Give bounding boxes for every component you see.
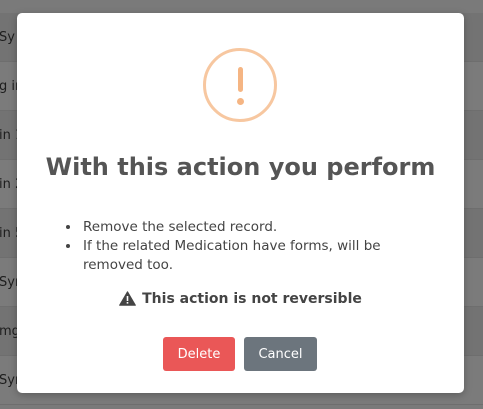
list-item: Remove the selected record. (81, 218, 441, 237)
notice-text: This action is not reversible (142, 291, 362, 307)
consequence-list: Remove the selected record. If the relat… (67, 218, 441, 275)
exclamation-circle-icon (203, 48, 277, 122)
confirm-delete-dialog: With this action you perform Remove the … (17, 13, 464, 393)
delete-button[interactable]: Delete (163, 337, 235, 371)
dialog-title: With this action you perform (45, 153, 436, 181)
warning-triangle-icon (119, 291, 137, 306)
irreversible-notice: This action is not reversible (17, 291, 464, 307)
list-item: If the related Medication have forms, wi… (81, 237, 441, 275)
cancel-button[interactable]: Cancel (244, 337, 317, 371)
